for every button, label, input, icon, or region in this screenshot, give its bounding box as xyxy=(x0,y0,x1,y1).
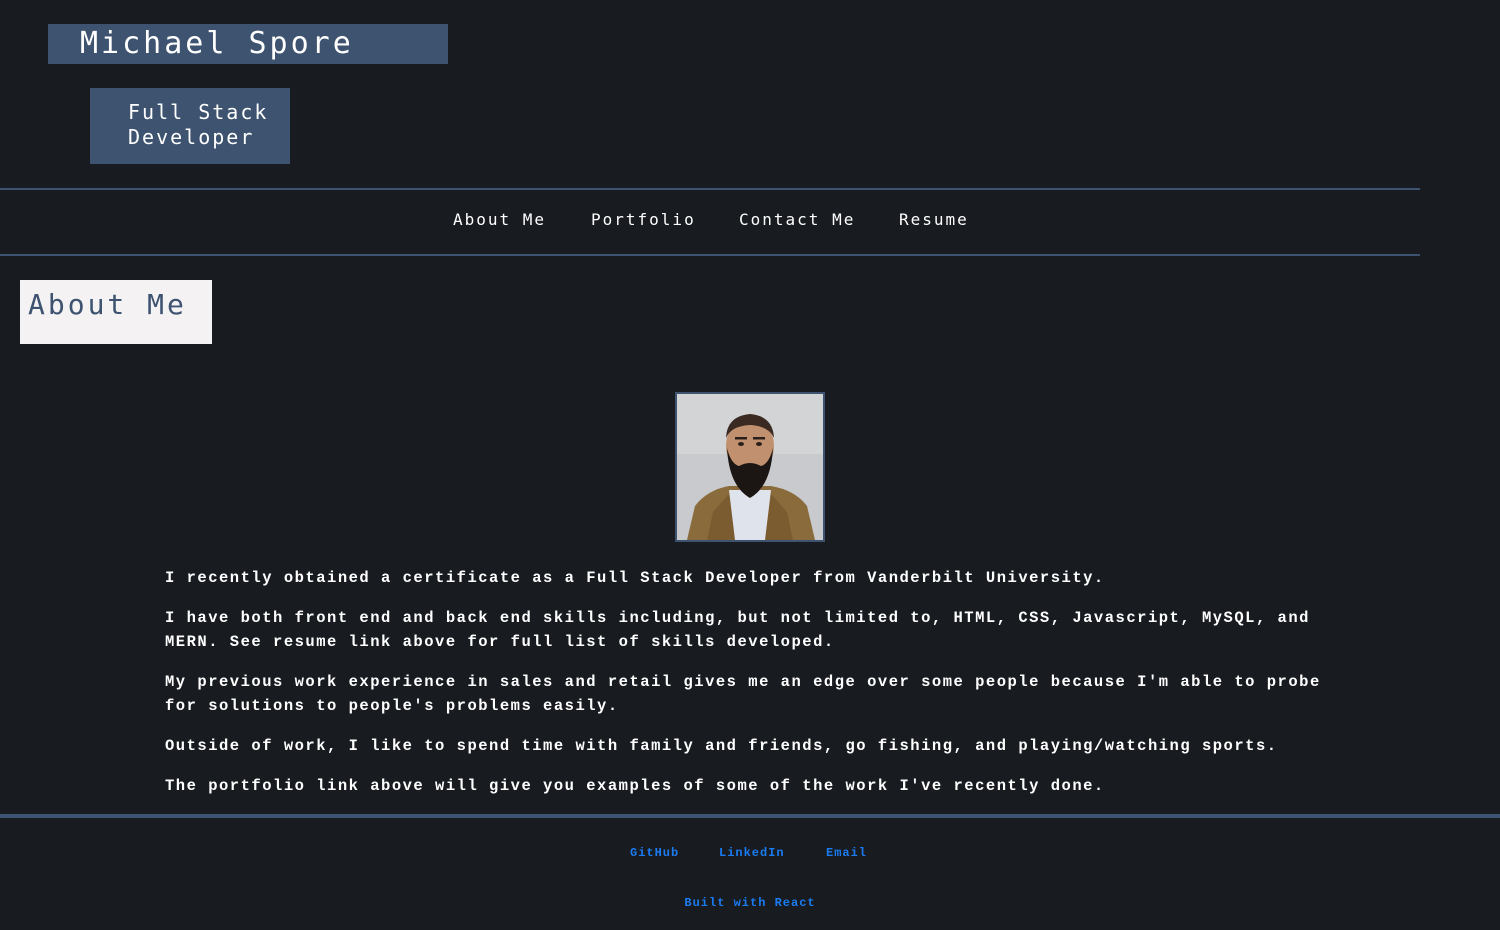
nav-portfolio[interactable]: Portfolio xyxy=(591,210,696,229)
nav-resume[interactable]: Resume xyxy=(899,210,969,229)
bio-paragraph: I have both front end and back end skill… xyxy=(165,609,1310,651)
site-name-banner: Michael Spore xyxy=(48,24,448,64)
bio-paragraph: The portfolio link above will give you e… xyxy=(165,777,1105,795)
about-bio: I recently obtained a certificate as a F… xyxy=(165,566,1335,814)
site-name: Michael Spore xyxy=(80,26,354,61)
section-title: About Me xyxy=(28,288,187,321)
profile-photo-image xyxy=(677,394,823,540)
bio-paragraph: I recently obtained a certificate as a F… xyxy=(165,569,1105,587)
bio-paragraph: Outside of work, I like to spend time wi… xyxy=(165,737,1278,755)
profile-photo xyxy=(675,392,825,542)
footer-github-link[interactable]: GitHub xyxy=(630,846,679,860)
role-badge: Full Stack Developer xyxy=(90,88,290,164)
role-line-2: Developer xyxy=(128,125,255,149)
bio-paragraph: My previous work experience in sales and… xyxy=(165,673,1321,715)
nav-about-me[interactable]: About Me xyxy=(453,210,546,229)
nav-contact-me[interactable]: Contact Me xyxy=(739,210,855,229)
built-with-note: Built with React xyxy=(684,896,816,910)
footer-email-link[interactable]: Email xyxy=(826,846,867,860)
footer-divider xyxy=(0,814,1500,818)
section-title-box: About Me xyxy=(20,280,212,344)
footer-linkedin-link[interactable]: LinkedIn xyxy=(719,846,785,860)
role-line-1: Full Stack xyxy=(128,100,269,124)
main-nav: About Me Portfolio Contact Me Resume xyxy=(0,188,1420,256)
